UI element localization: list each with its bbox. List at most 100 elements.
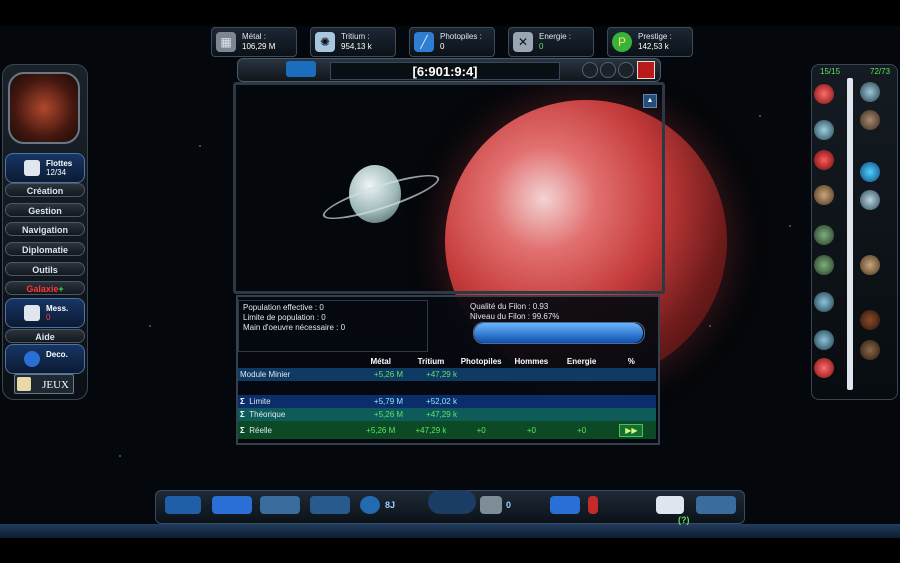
theorique-tritium: +47,29 k	[426, 410, 457, 419]
resource-energie[interactable]: ✕ Energie :0	[508, 27, 594, 57]
planet-thumb[interactable]	[860, 110, 880, 130]
messages-label: Mess.	[46, 304, 69, 313]
fleet-icon	[24, 160, 40, 176]
planet-thumb[interactable]	[860, 310, 880, 330]
population-limit: Limite de population : 0	[243, 313, 326, 322]
filon-progress-fill	[474, 323, 644, 343]
planet-thumb[interactable]	[814, 84, 834, 104]
planet-thumb[interactable]	[814, 150, 834, 170]
document-icon[interactable]	[656, 496, 684, 514]
scroll-up-icon[interactable]: ▲	[643, 94, 657, 108]
logout-button[interactable]: Deco.	[5, 344, 85, 374]
messages-count: 0	[46, 313, 51, 322]
galaxy-icon[interactable]	[165, 496, 201, 514]
planet-thumb[interactable]	[814, 292, 834, 312]
reelle-hommes: +0	[526, 425, 536, 435]
energy-icon: ✕	[513, 32, 533, 52]
soldier-icon[interactable]	[588, 496, 598, 514]
transfer-icon[interactable]	[550, 496, 580, 514]
metal-label: Métal :	[242, 32, 267, 41]
photopile-icon: ╱	[414, 32, 434, 52]
prestige-label: Prestige :	[638, 32, 672, 41]
help-icon[interactable]: (?)	[678, 515, 690, 525]
reelle-photopiles: +0	[476, 425, 486, 435]
header-photopiles: Photopiles	[460, 357, 502, 366]
prestige-icon: P	[612, 32, 632, 52]
theorique-metal: +5,26 M	[373, 410, 404, 419]
envelope-icon	[24, 305, 40, 321]
resource-tritium[interactable]: ✺ Tritium :954,13 k	[310, 27, 396, 57]
timer-value: 8J	[385, 500, 396, 510]
header-tritium: Tritium	[417, 357, 445, 366]
view-button-1[interactable]	[582, 62, 598, 78]
photopiles-value: 0	[440, 42, 445, 51]
module-metal: +5,26 M	[373, 370, 404, 379]
galaxie-plus: +	[58, 284, 64, 294]
planet-thumb[interactable]	[860, 340, 880, 360]
menu-aide[interactable]: Aide	[5, 329, 85, 343]
jeux-button[interactable]: JEUX	[14, 374, 74, 394]
planet-thumb[interactable]	[860, 162, 880, 182]
sigma-icon: Σ	[240, 410, 245, 419]
reelle-metal: +5,26 M	[366, 425, 396, 435]
view-button-2[interactable]	[600, 62, 616, 78]
fleets-label: Flottes	[46, 159, 73, 168]
ship-icon[interactable]	[260, 496, 300, 514]
limite-metal: +5,79 M	[373, 397, 404, 406]
empire-icon[interactable]	[428, 490, 476, 514]
timer-icon[interactable]	[360, 496, 380, 514]
fast-forward-button[interactable]: ▶▶	[619, 423, 644, 437]
fleet-list-icon[interactable]	[310, 496, 350, 514]
menu-navigation[interactable]: Navigation	[5, 222, 85, 236]
metal-icon: ▦	[216, 32, 236, 52]
galaxie-label: Galaxie	[26, 284, 59, 294]
planet-thumb[interactable]	[814, 255, 834, 275]
planet-thumb[interactable]	[860, 255, 880, 275]
table-spacer	[238, 381, 656, 395]
planet-view-frame	[233, 82, 665, 294]
spaceship-icon[interactable]	[696, 496, 736, 514]
letterbox-top	[0, 0, 900, 26]
menu-diplomatie[interactable]: Diplomatie	[5, 242, 85, 256]
planet-thumb[interactable]	[814, 185, 834, 205]
resource-prestige[interactable]: P Prestige :142,53 k	[607, 27, 693, 57]
planet-list-scrollbar[interactable]	[847, 78, 853, 390]
view-tab-icon[interactable]	[286, 61, 316, 77]
bottom-strip	[0, 524, 900, 538]
planet-thumb[interactable]	[860, 82, 880, 102]
flag-icon[interactable]	[637, 61, 655, 79]
planet-thumb[interactable]	[814, 225, 834, 245]
module-tritium: +47,29 k	[426, 370, 457, 379]
view-button-3[interactable]	[618, 62, 634, 78]
fleets-count: 12/34	[46, 168, 67, 177]
row-label: Théorique	[249, 410, 286, 419]
metal-value: 106,29 M	[242, 42, 276, 51]
menu-gestion[interactable]: Gestion	[5, 203, 85, 217]
reelle-tritium: +47,29 k	[415, 425, 447, 435]
planet-thumb[interactable]	[860, 190, 880, 210]
row-label: Module Minier	[240, 370, 291, 379]
power-icon	[24, 351, 40, 367]
resource-metal[interactable]: ▦ Métal :106,29 M	[211, 27, 297, 57]
menu-galaxie[interactable]: Galaxie+	[5, 281, 85, 295]
alliance-icon[interactable]	[212, 496, 252, 514]
menu-outils[interactable]: Outils	[5, 262, 85, 276]
planet-thumb[interactable]	[814, 120, 834, 140]
filon-info: Qualité du Filon : 0.93 Niveau du Filon …	[470, 302, 559, 322]
logout-label: Deco.	[46, 350, 68, 359]
limite-tritium: +52,02 k	[426, 397, 457, 406]
player-avatar[interactable]	[8, 72, 80, 144]
messages-button[interactable]: Mess. 0	[5, 298, 85, 328]
planet-thumb[interactable]	[814, 358, 834, 378]
tritium-icon: ✺	[315, 32, 335, 52]
row-label: Limite	[249, 397, 271, 406]
planet-thumb[interactable]	[814, 330, 834, 350]
cargo-icon[interactable]	[480, 496, 502, 514]
menu-creation[interactable]: Création	[5, 183, 85, 197]
planet-count-left: 15/15	[820, 67, 841, 76]
planet-count-right: 72/73	[870, 67, 891, 76]
tritium-label: Tritium :	[341, 32, 370, 41]
resource-photopiles[interactable]: ╱ Photopiles :0	[409, 27, 495, 57]
fleets-button[interactable]: Flottes 12/34	[5, 153, 85, 183]
reelle-energie: +0	[577, 425, 587, 435]
